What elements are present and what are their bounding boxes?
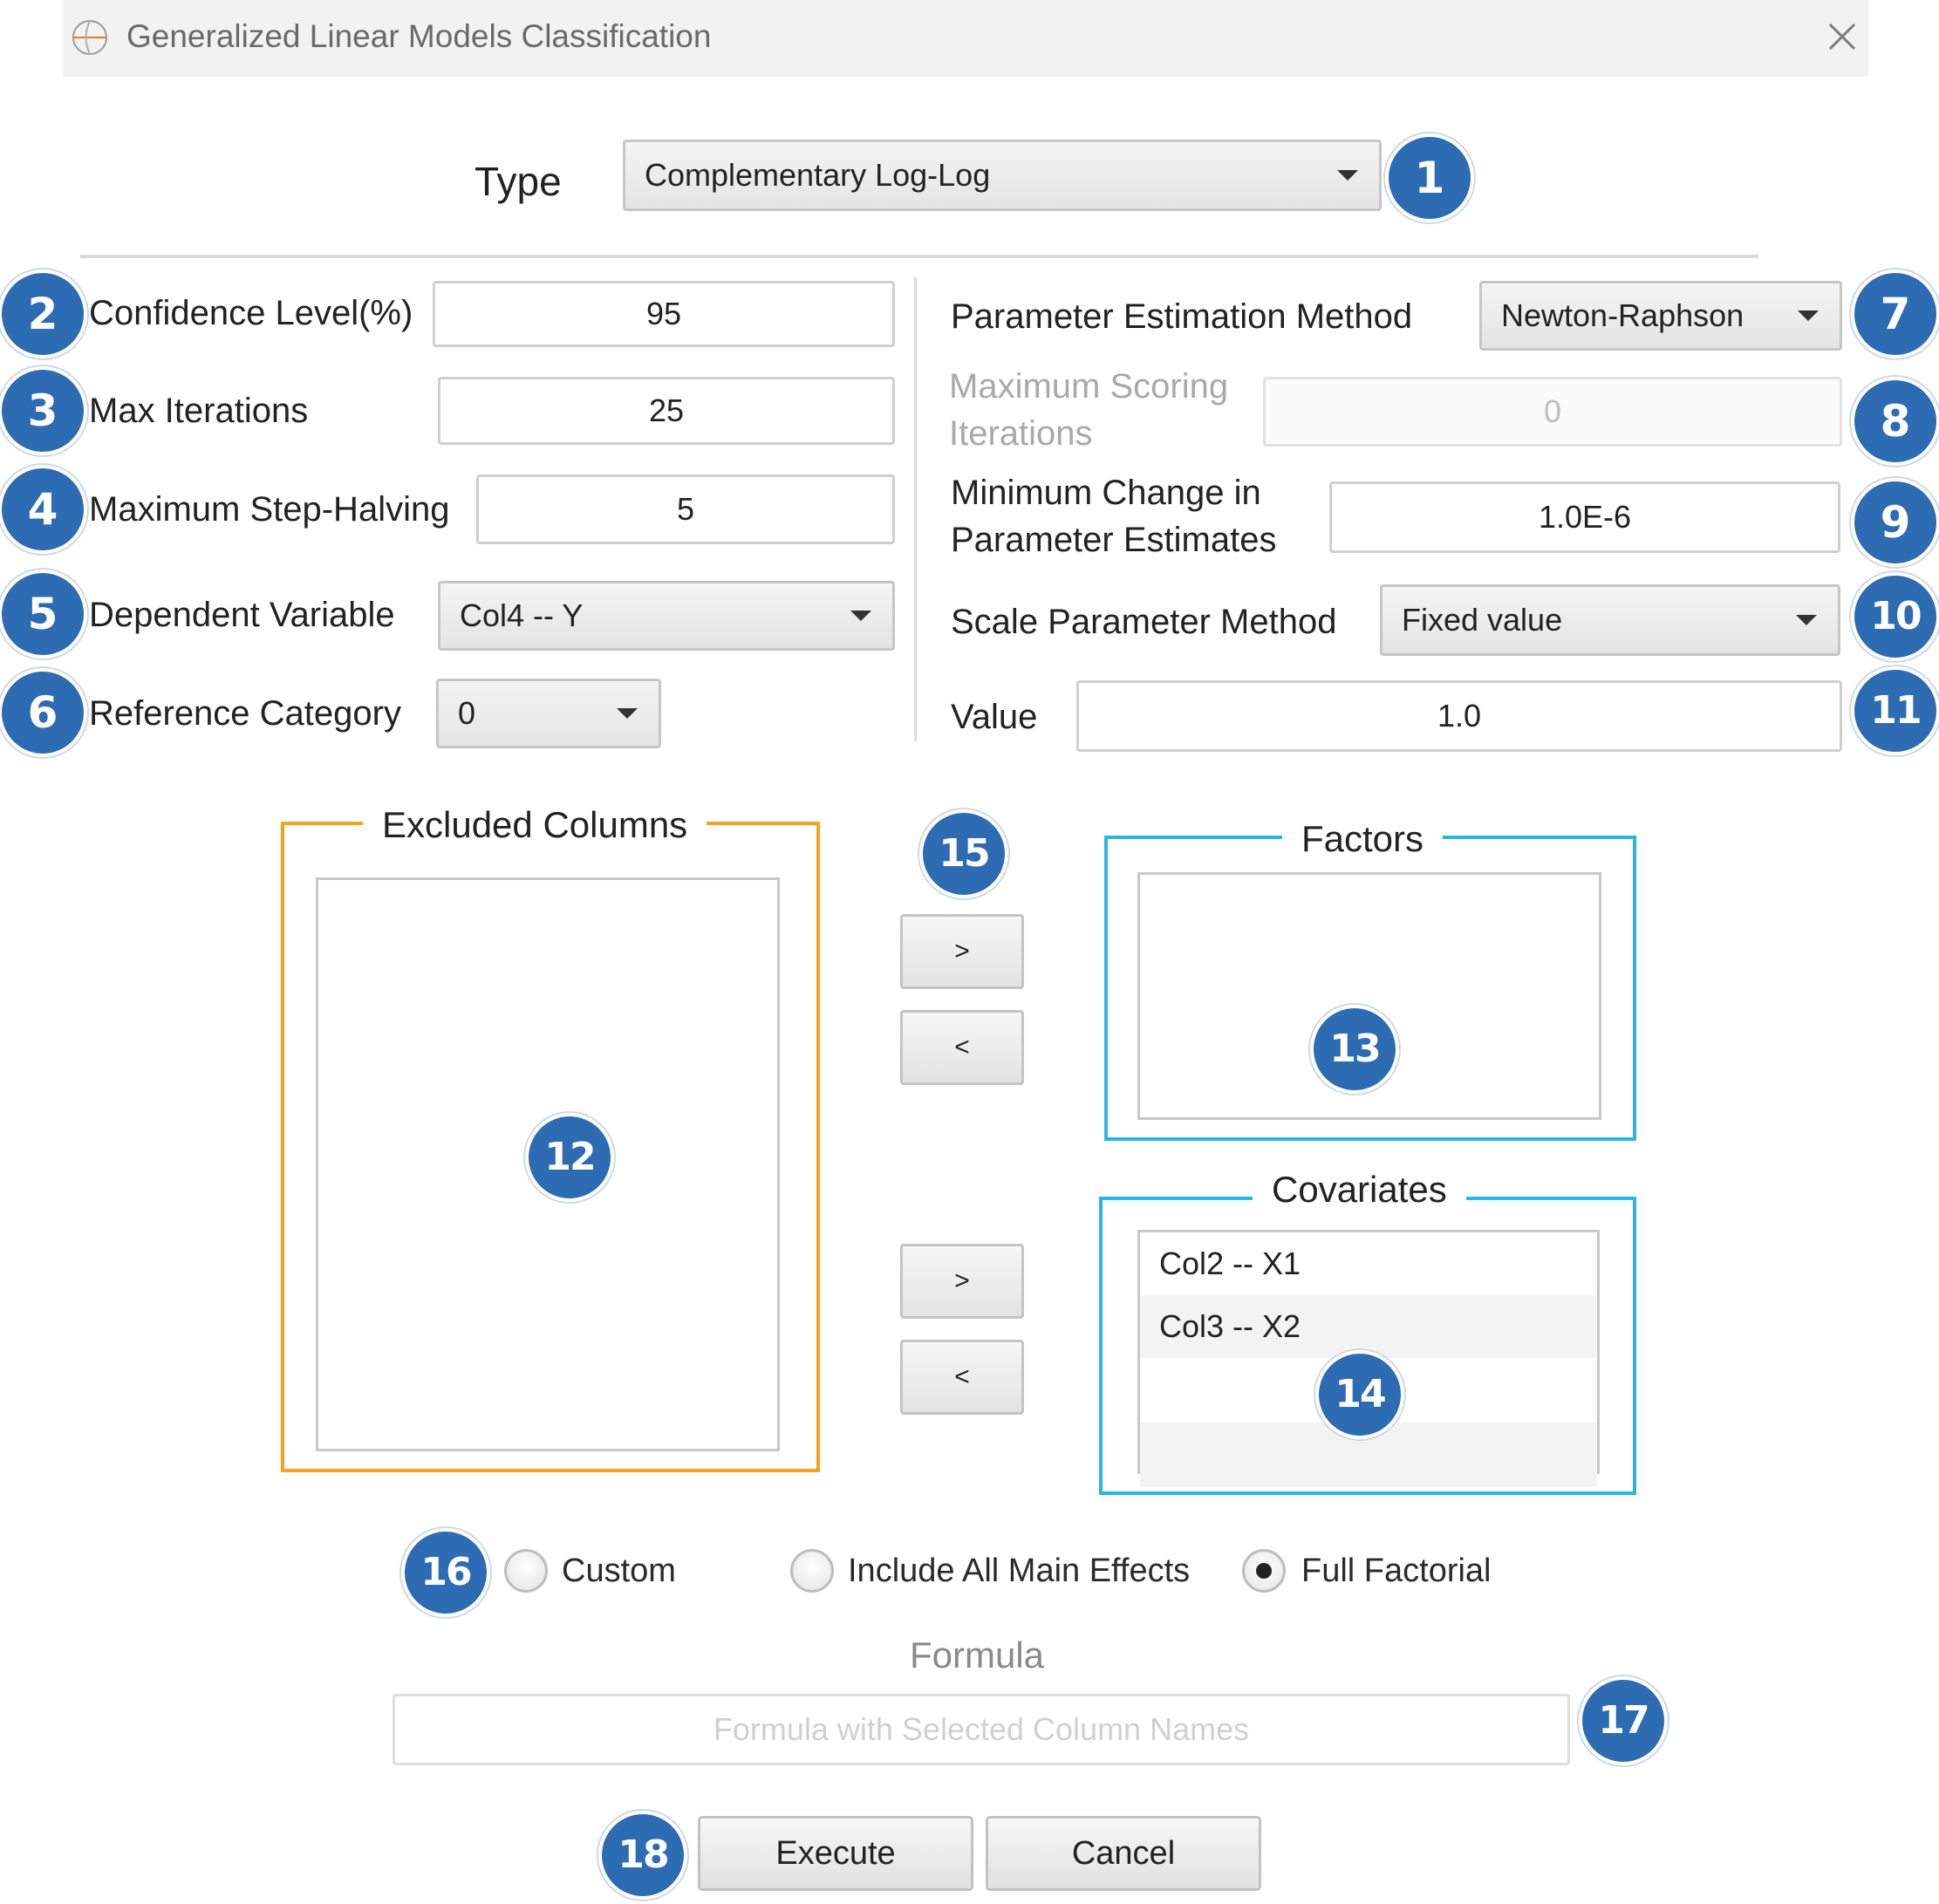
reference-category-value: 0 <box>458 695 476 731</box>
dependent-variable-value: Col4 -- Y <box>460 597 584 633</box>
badge-15: 15 <box>923 813 1005 895</box>
estimation-method-dropdown[interactable]: Newton-Raphson <box>1479 281 1842 351</box>
add-covariate-button[interactable]: > <box>900 1244 1024 1319</box>
chevron-down-icon <box>850 611 871 621</box>
custom-radio-label[interactable]: Custom <box>562 1549 676 1593</box>
estimation-method-label: Parameter Estimation Method <box>951 297 1413 336</box>
chevron-down-icon <box>617 708 638 719</box>
full-factorial-radio-label[interactable]: Full Factorial <box>1301 1549 1492 1593</box>
badge-4: 4 <box>2 468 84 550</box>
covariate-item[interactable]: Col3 -- X2 <box>1140 1295 1597 1358</box>
reference-category-label: Reference Category <box>89 694 401 733</box>
covariates-title: Covariates <box>1253 1167 1466 1212</box>
chevron-down-icon <box>1796 615 1817 625</box>
execute-button[interactable]: Execute <box>698 1816 973 1891</box>
scoring-iterations-input <box>1263 377 1842 447</box>
min-change-label-line1: Minimum Change in <box>951 474 1261 512</box>
badge-2: 2 <box>2 273 84 355</box>
badge-17: 17 <box>1582 1680 1664 1762</box>
badge-10: 10 <box>1854 576 1936 658</box>
scale-method-dropdown[interactable]: Fixed value <box>1380 584 1840 656</box>
custom-radio[interactable] <box>504 1549 548 1593</box>
type-label: Type <box>475 159 562 204</box>
scoring-iterations-label-line1: Maximum Scoring <box>949 367 1229 406</box>
badge-3: 3 <box>2 370 84 452</box>
scale-method-value: Fixed value <box>1402 602 1563 638</box>
scoring-iterations-label-line2: Iterations <box>949 414 1093 453</box>
factors-title: Factors <box>1282 816 1444 862</box>
confidence-level-label: Confidence Level(%) <box>89 294 413 332</box>
confidence-level-input[interactable] <box>433 281 895 347</box>
badge-5: 5 <box>2 573 84 655</box>
min-change-label-line2: Parameter Estimates <box>951 521 1277 559</box>
vertical-divider <box>914 277 917 741</box>
formula-input[interactable] <box>393 1694 1570 1765</box>
main-effects-radio-label[interactable]: Include All Main Effects <box>848 1549 1190 1593</box>
formula-title: Formula <box>910 1634 1045 1675</box>
type-dropdown-value: Complementary Log-Log <box>645 157 991 193</box>
window-title: Generalized Linear Models Classification <box>126 18 712 54</box>
add-factor-button[interactable]: > <box>900 914 1024 989</box>
reference-category-dropdown[interactable]: 0 <box>436 679 661 748</box>
covariate-item[interactable]: Col2 -- X1 <box>1140 1232 1597 1295</box>
badge-18: 18 <box>602 1814 684 1896</box>
covariates-list[interactable]: Col2 -- X1 Col3 -- X2 <box>1137 1230 1600 1487</box>
scale-method-label: Scale Parameter Method <box>951 603 1337 641</box>
close-icon[interactable] <box>1821 16 1863 58</box>
main-effects-radio[interactable] <box>790 1549 834 1593</box>
badge-6: 6 <box>2 672 84 754</box>
full-factorial-radio[interactable] <box>1242 1549 1286 1593</box>
cancel-button[interactable]: Cancel <box>986 1816 1261 1891</box>
type-dropdown[interactable]: Complementary Log-Log <box>623 140 1382 211</box>
value-label: Value <box>951 698 1038 736</box>
badge-16: 16 <box>405 1532 487 1614</box>
max-iterations-label: Max Iterations <box>89 392 309 430</box>
divider <box>80 255 1758 258</box>
badge-13: 13 <box>1314 1008 1396 1090</box>
remove-factor-button[interactable]: < <box>900 1010 1024 1085</box>
badge-12: 12 <box>529 1116 611 1198</box>
excluded-columns-title: Excluded Columns <box>363 802 707 848</box>
step-halving-label: Maximum Step-Halving <box>89 490 450 529</box>
chevron-down-icon <box>1798 311 1819 321</box>
remove-covariate-button[interactable]: < <box>900 1340 1024 1415</box>
min-change-input[interactable] <box>1329 481 1840 553</box>
badge-14: 14 <box>1319 1354 1401 1436</box>
step-halving-input[interactable] <box>476 474 895 544</box>
badge-9: 9 <box>1854 481 1936 563</box>
max-iterations-input[interactable] <box>438 377 895 445</box>
badge-1: 1 <box>1389 137 1471 219</box>
chevron-down-icon <box>1337 170 1358 181</box>
badge-11: 11 <box>1854 670 1936 752</box>
estimation-method-value: Newton-Raphson <box>1501 297 1744 333</box>
dependent-variable-label: Dependent Variable <box>89 596 395 634</box>
app-logo-icon <box>72 20 107 55</box>
dependent-variable-dropdown[interactable]: Col4 -- Y <box>438 581 895 651</box>
badge-7: 7 <box>1854 273 1936 355</box>
badge-8: 8 <box>1854 380 1936 462</box>
scale-value-input[interactable] <box>1076 680 1842 752</box>
